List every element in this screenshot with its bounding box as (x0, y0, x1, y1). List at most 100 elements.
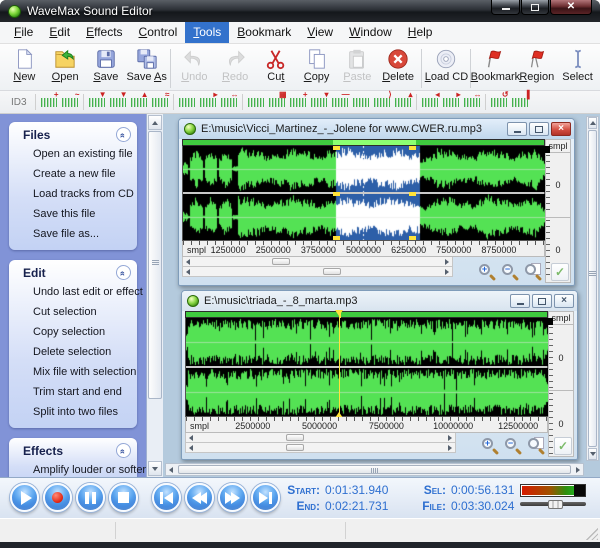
waveform-display[interactable] (182, 146, 545, 241)
menu-help[interactable]: Help (400, 22, 441, 43)
menu-edit[interactable]: Edit (41, 22, 78, 43)
region-button[interactable]: Region (516, 47, 557, 83)
waveform-right-channel[interactable] (186, 368, 553, 416)
menu-effects[interactable]: Effects (78, 22, 130, 43)
volume-slider[interactable] (520, 500, 586, 507)
zoom-in-button[interactable]: + (478, 263, 496, 281)
play-button[interactable] (10, 483, 39, 512)
sidebar-item-trim-start-end[interactable]: Trim start and end (9, 382, 137, 402)
sidebar-item-open-existing-file[interactable]: Open an existing file (9, 144, 137, 164)
menu-file[interactable]: File (6, 22, 41, 43)
paste-button[interactable]: Paste (337, 47, 378, 83)
load-cd-button[interactable]: Load CD (425, 47, 467, 83)
zoom-in-button[interactable]: + (481, 437, 499, 455)
trim-icon[interactable] (512, 95, 528, 109)
mdi-scroll-up[interactable] (588, 117, 597, 129)
child-close-button[interactable]: × (551, 122, 571, 136)
fade-out-icon[interactable] (110, 95, 126, 109)
stop-button[interactable] (109, 483, 138, 512)
wave-scrollbar-1[interactable] (182, 257, 453, 267)
wave-scrollbar-1[interactable] (185, 433, 456, 443)
mdi-hscroll-thumb[interactable] (178, 465, 571, 474)
draw-wave-icon[interactable] (62, 95, 78, 109)
title-bar[interactable]: WaveMax Sound Editor ✕ (0, 0, 600, 22)
sidebar-item-split-two-files[interactable]: Split into two files (9, 402, 137, 422)
volume-slider-thumb[interactable] (548, 500, 563, 509)
sidebar-scrollbar[interactable] (146, 114, 163, 477)
skip-start-button[interactable] (152, 483, 181, 512)
silence-icon[interactable] (332, 95, 348, 109)
document-window-jolene[interactable]: E:\music\Vicci_Martinez_-_Jolene for www… (178, 118, 575, 286)
minimize-button[interactable] (491, 0, 520, 15)
menu-view[interactable]: View (299, 22, 341, 43)
sidebar-scroll-down[interactable] (148, 461, 162, 476)
amplify-icon[interactable] (131, 95, 147, 109)
fade-in-icon[interactable] (89, 95, 105, 109)
child-maximize-button[interactable] (532, 294, 552, 308)
selection-length-icon[interactable] (221, 95, 237, 109)
sidebar-item-undo-last[interactable]: Undo last edit or effect (9, 282, 137, 302)
sidebar-item-delete-selection[interactable]: Delete selection (9, 342, 137, 362)
mdi-vscroll-thumb[interactable] (588, 130, 597, 447)
zoom-fit-button[interactable] (524, 263, 542, 281)
child-minimize-button[interactable] (507, 122, 527, 136)
extend-selection-icon[interactable] (464, 95, 480, 109)
open-button[interactable]: Open (45, 47, 86, 83)
id3-tag-button[interactable]: ID3 (8, 95, 30, 110)
scroll-thumb[interactable] (323, 268, 341, 275)
scroll-thumb[interactable] (286, 434, 304, 441)
scroll-thumb[interactable] (272, 258, 290, 265)
mdi-scroll-down[interactable] (588, 448, 597, 460)
child-minimize-button[interactable] (510, 294, 530, 308)
select-button[interactable]: Select (557, 47, 598, 83)
wave-select-icon[interactable] (179, 95, 195, 109)
overview-bar[interactable] (185, 311, 548, 318)
delete-button[interactable]: Delete (378, 47, 419, 83)
document-window-triada[interactable]: E:\music\triada_-_8_marta.mp3 × (181, 290, 578, 460)
scroll-thumb[interactable] (286, 444, 304, 451)
mix-paste-icon[interactable] (290, 95, 306, 109)
menu-window[interactable]: Window (341, 22, 400, 43)
threshold-icon[interactable] (374, 95, 390, 109)
sidebar-item-mix-file[interactable]: Mix file with selection (9, 362, 137, 382)
resize-grip[interactable] (586, 528, 598, 540)
wave-scrollbar-2[interactable] (182, 267, 453, 277)
sidebar-scroll-up[interactable] (148, 115, 162, 130)
convert-icon[interactable] (491, 95, 507, 109)
mdi-vertical-scrollbar[interactable] (586, 116, 599, 461)
waveform-right-channel[interactable] (183, 194, 550, 240)
collapse-edit-button[interactable]: « (116, 265, 131, 280)
pause-button[interactable] (76, 483, 105, 512)
menu-control[interactable]: Control (131, 22, 186, 43)
sidebar-scroll-thumb[interactable] (148, 131, 162, 399)
zoom-out-button[interactable]: − (504, 437, 522, 455)
sidebar-item-create-new-file[interactable]: Create a new file (9, 164, 137, 184)
mdi-scroll-right[interactable] (576, 467, 580, 473)
maximize-button[interactable] (521, 0, 549, 15)
waveform-left-channel[interactable] (186, 318, 553, 366)
mdi-scroll-left[interactable] (169, 467, 173, 473)
sidebar-item-save-file-as[interactable]: Save file as... (9, 224, 137, 244)
menu-bookmark[interactable]: Bookmark (229, 22, 299, 43)
sidebar-item-copy-selection[interactable]: Copy selection (9, 322, 137, 342)
menu-tools[interactable]: Tools (185, 22, 229, 43)
wave-doc-icon[interactable] (269, 95, 285, 109)
mute-icon[interactable] (311, 95, 327, 109)
save-button[interactable]: Save (86, 47, 127, 83)
tall-wave-icon[interactable] (248, 95, 264, 109)
sidebar-item-amplify[interactable]: Amplify louder or softer (9, 460, 137, 477)
sidebar-item-cut-selection[interactable]: Cut selection (9, 302, 137, 322)
zoom-out-button[interactable]: − (501, 263, 519, 281)
rewind-button[interactable] (185, 483, 214, 512)
resample-icon[interactable] (395, 95, 411, 109)
collapse-files-button[interactable]: « (116, 127, 131, 142)
redo-button[interactable]: Redo (215, 47, 256, 83)
child-maximize-button[interactable] (529, 122, 549, 136)
child-title-bar[interactable]: E:\music\Vicci_Martinez_-_Jolene for www… (179, 119, 574, 139)
insert-file-icon[interactable] (41, 95, 57, 109)
cut-button[interactable]: Cut (255, 47, 296, 83)
prev-marker-icon[interactable] (422, 95, 438, 109)
copy-wave-icon[interactable] (200, 95, 216, 109)
loudness-icon[interactable] (353, 95, 369, 109)
child-close-button[interactable]: × (554, 294, 574, 308)
